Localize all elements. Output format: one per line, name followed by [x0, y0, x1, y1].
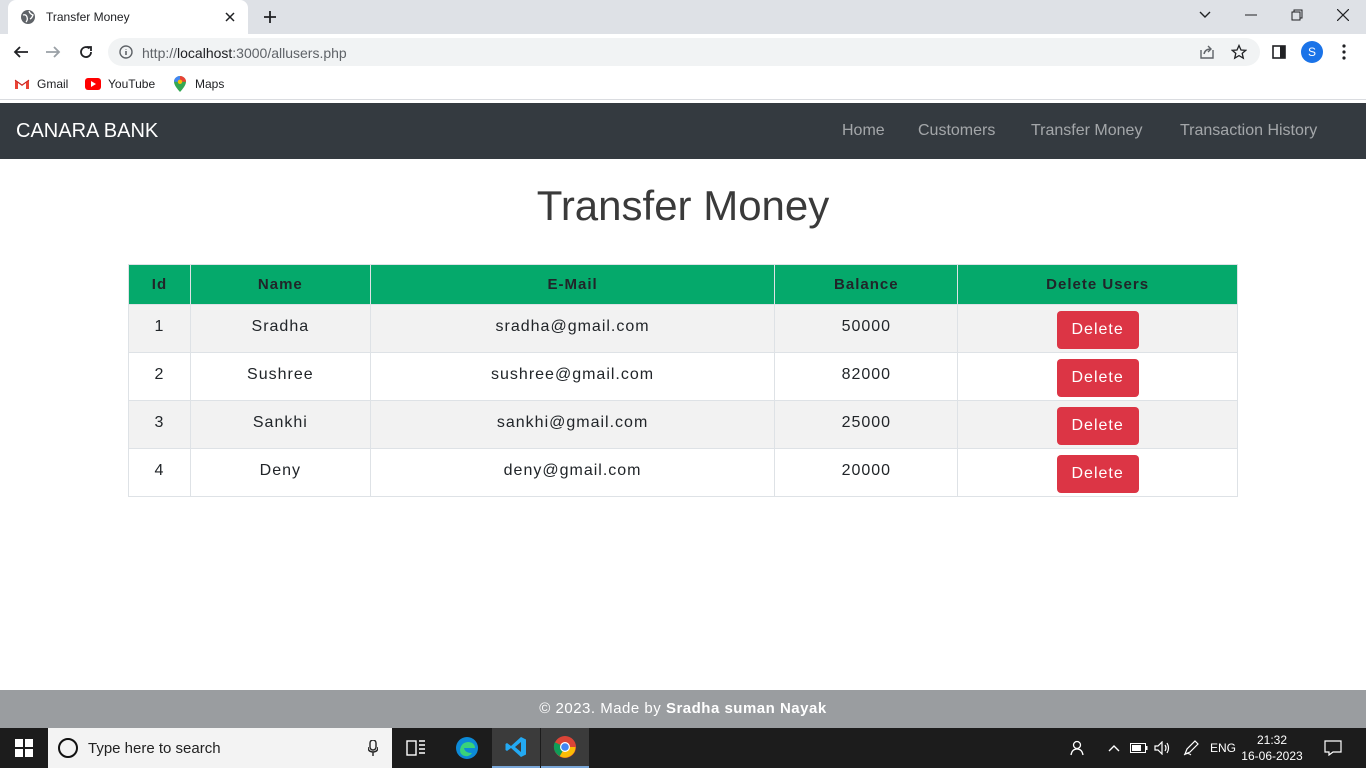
- new-tab-button[interactable]: [258, 6, 282, 28]
- table-row: 2 Sushree sushree@gmail.com 82000 Delete: [128, 352, 1238, 401]
- browser-tab-strip: Transfer Money: [0, 0, 1366, 34]
- cell-actions: Delete: [957, 400, 1238, 449]
- profile-avatar[interactable]: S: [1301, 41, 1323, 63]
- cell-email: sankhi@gmail.com: [369, 400, 776, 449]
- cell-email: deny@gmail.com: [369, 448, 776, 497]
- language-indicator[interactable]: ENG: [1208, 728, 1238, 768]
- volume-icon[interactable]: [1152, 728, 1174, 768]
- system-clock[interactable]: 21:32 16-06-2023: [1240, 732, 1304, 764]
- site-info-icon[interactable]: [118, 44, 134, 60]
- delete-button[interactable]: Delete: [1056, 359, 1139, 397]
- site-navbar: CANARA BANK Home Customers Transfer Mone…: [0, 103, 1366, 159]
- windows-logo-icon: [15, 739, 33, 757]
- gmail-icon: [14, 76, 30, 92]
- nav-home[interactable]: Home: [842, 122, 885, 140]
- clock-time: 21:32: [1256, 733, 1288, 747]
- nav-customers[interactable]: Customers: [918, 122, 995, 140]
- tab-title: Transfer Money: [46, 10, 130, 24]
- site-footer: © 2023. Made by Sradha suman Nayak: [0, 690, 1366, 728]
- search-placeholder: Type here to search: [88, 739, 221, 757]
- edge-icon[interactable]: [443, 728, 491, 768]
- cell-id: 2: [128, 352, 191, 401]
- browser-toolbar: http://localhost:3000/allusers.php S: [0, 34, 1366, 70]
- cell-email: sushree@gmail.com: [369, 352, 776, 401]
- share-icon[interactable]: [1198, 44, 1216, 60]
- task-view-icon[interactable]: [392, 728, 440, 768]
- people-icon[interactable]: [1066, 728, 1092, 768]
- back-button[interactable]: [9, 40, 33, 64]
- pen-workspace-icon[interactable]: [1180, 728, 1202, 768]
- tab-search-icon[interactable]: [1182, 0, 1228, 30]
- minimize-button[interactable]: [1228, 0, 1274, 30]
- cell-name: Sushree: [189, 352, 371, 401]
- delete-button[interactable]: Delete: [1056, 407, 1139, 445]
- browser-tab[interactable]: Transfer Money: [8, 0, 248, 34]
- column-header-delete-users: Delete Users: [957, 264, 1238, 305]
- column-header-name: Name: [189, 264, 371, 305]
- url-text: http://localhost:3000/allusers.php: [142, 45, 347, 61]
- close-tab-icon[interactable]: [222, 9, 238, 25]
- reload-button[interactable]: [74, 40, 98, 64]
- nav-transaction-history[interactable]: Transaction History: [1180, 122, 1317, 140]
- cell-id: 1: [128, 304, 191, 353]
- column-header-balance: Balance: [774, 264, 959, 305]
- battery-icon[interactable]: [1128, 728, 1150, 768]
- cell-name: Deny: [189, 448, 371, 497]
- side-panel-icon[interactable]: [1269, 42, 1289, 62]
- cell-actions: Delete: [957, 352, 1238, 401]
- vscode-icon[interactable]: [492, 728, 540, 768]
- cell-id: 3: [128, 400, 191, 449]
- start-button[interactable]: [0, 728, 48, 768]
- bookmark-star-icon[interactable]: [1230, 44, 1248, 60]
- taskbar-search-box[interactable]: Type here to search: [48, 728, 392, 768]
- column-header-email: E-Mail: [369, 264, 776, 305]
- address-bar[interactable]: http://localhost:3000/allusers.php: [108, 38, 1260, 66]
- footer-author: Sradha suman Nayak: [665, 700, 827, 717]
- bookmark-maps[interactable]: Maps: [172, 76, 224, 92]
- more-menu-icon[interactable]: [1334, 42, 1354, 62]
- cell-balance: 20000: [774, 448, 959, 497]
- forward-button[interactable]: [41, 40, 65, 64]
- cell-actions: Delete: [957, 448, 1238, 497]
- restore-button[interactable]: [1274, 0, 1320, 30]
- cell-actions: Delete: [957, 304, 1238, 353]
- cell-balance: 82000: [774, 352, 959, 401]
- chrome-icon[interactable]: [541, 728, 589, 768]
- close-window-button[interactable]: [1320, 0, 1366, 30]
- show-hidden-icons-chevron-icon[interactable]: [1104, 728, 1124, 768]
- cell-id: 4: [128, 448, 191, 497]
- youtube-icon: [85, 76, 101, 92]
- cell-balance: 25000: [774, 400, 959, 449]
- cell-name: Sradha: [189, 304, 371, 353]
- bookmark-youtube[interactable]: YouTube: [85, 76, 155, 92]
- nav-transfer-money[interactable]: Transfer Money: [1031, 122, 1142, 140]
- brand-logo-text[interactable]: CANARA BANK: [16, 120, 158, 143]
- table-row: 4 Deny deny@gmail.com 20000 Delete: [128, 448, 1238, 497]
- maps-icon: [172, 76, 188, 92]
- cell-balance: 50000: [774, 304, 959, 353]
- windows-taskbar: Type here to search ENG 21:32 16-06-2023: [0, 728, 1366, 768]
- footer-text: © 2023. Made by: [539, 700, 662, 717]
- table-row: 1 Sradha sradha@gmail.com 50000 Delete: [128, 304, 1238, 353]
- clock-date: 16-06-2023: [1241, 749, 1303, 763]
- table-header-row: Id Name E-Mail Balance Delete Users: [128, 264, 1238, 305]
- page-title: Transfer Money: [536, 182, 830, 229]
- cortana-icon: [58, 738, 78, 758]
- microphone-icon[interactable]: [368, 740, 378, 756]
- table-row: 3 Sankhi sankhi@gmail.com 25000 Delete: [128, 400, 1238, 449]
- bookmarks-bar: Gmail YouTube Maps: [0, 70, 1366, 100]
- bookmark-gmail[interactable]: Gmail: [14, 76, 68, 92]
- column-header-id: Id: [128, 264, 191, 305]
- delete-button[interactable]: Delete: [1056, 455, 1139, 493]
- cell-name: Sankhi: [189, 400, 371, 449]
- users-table: Id Name E-Mail Balance Delete Users 1 Sr…: [128, 264, 1238, 497]
- notification-center-icon[interactable]: [1318, 728, 1348, 768]
- cell-email: sradha@gmail.com: [369, 304, 776, 353]
- delete-button[interactable]: Delete: [1056, 311, 1139, 349]
- globe-icon: [20, 9, 36, 25]
